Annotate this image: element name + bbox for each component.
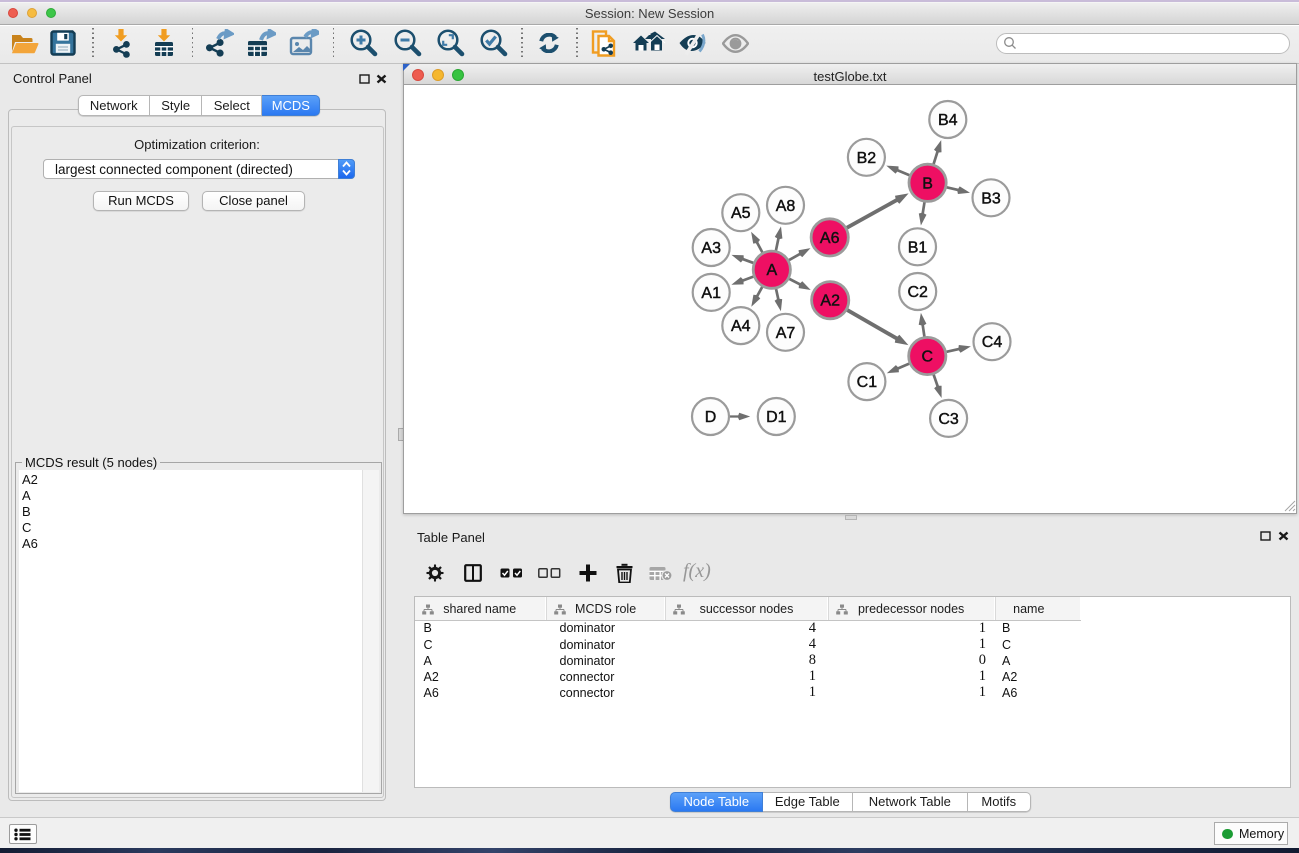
svg-text:A6: A6 [820,230,840,247]
svg-text:B2: B2 [857,150,877,167]
svg-text:A5: A5 [731,205,751,222]
svg-text:A7: A7 [776,325,796,342]
svg-text:A4: A4 [731,318,751,335]
svg-text:D1: D1 [766,409,787,426]
svg-text:A3: A3 [701,240,721,257]
svg-text:C: C [922,349,934,366]
svg-text:C1: C1 [857,374,878,391]
svg-text:A1: A1 [701,285,721,302]
svg-text:C4: C4 [982,334,1003,351]
svg-text:B4: B4 [938,112,958,129]
svg-text:D: D [705,409,717,426]
svg-text:A: A [766,262,777,279]
svg-text:B1: B1 [908,239,928,256]
svg-text:B3: B3 [981,190,1001,207]
svg-text:A8: A8 [776,198,796,215]
svg-text:A2: A2 [820,293,840,310]
svg-text:C2: C2 [907,284,928,301]
svg-text:C3: C3 [938,411,959,428]
svg-text:B: B [922,175,933,192]
